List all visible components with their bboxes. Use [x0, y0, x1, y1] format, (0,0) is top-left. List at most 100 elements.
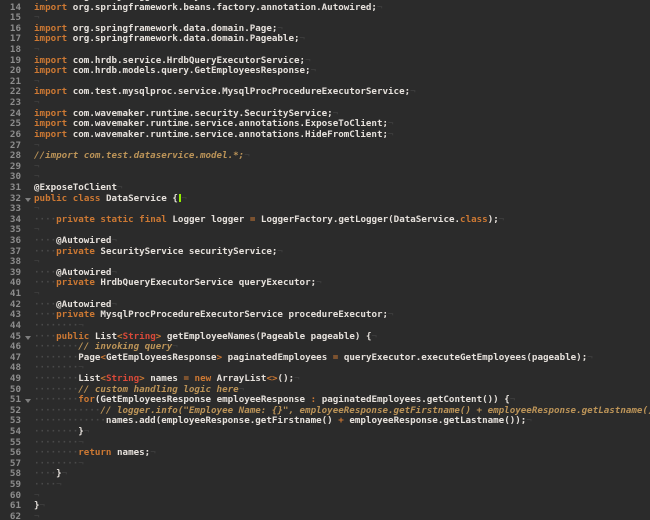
gutter-spacer: [21, 24, 34, 35]
newline-marker: ¬: [34, 491, 40, 501]
gutter-spacer: [21, 87, 34, 98]
code-line: 27¬: [0, 141, 650, 152]
code-line: 31@ExposeToClient¬: [0, 183, 650, 194]
code-line: 56········return names;¬: [0, 448, 650, 459]
code-line: 42····@Autowired¬: [0, 300, 650, 311]
gutter-spacer: [21, 501, 34, 512]
code-line: 24import com.wavemaker.runtime.security.…: [0, 109, 650, 120]
gutter-spacer: [21, 438, 34, 449]
gutter-spacer: [21, 491, 34, 502]
line-number[interactable]: 62: [0, 512, 21, 520]
code-editor[interactable]: 13import org.slf4j.LoggerFactory;¬14impo…: [0, 0, 650, 520]
gutter-spacer: [21, 278, 34, 289]
whitespace-dots: ············: [34, 406, 100, 416]
code-text: //import com.test.dataservice.model.*;¬: [34, 151, 650, 162]
newline-marker: ¬: [300, 34, 306, 44]
newline-marker: ¬: [316, 278, 322, 288]
newline-marker: ¬: [277, 247, 283, 257]
code-line: 29¬: [0, 162, 650, 173]
newline-marker: ¬: [40, 501, 46, 511]
whitespace-dots: ········: [34, 321, 78, 331]
code-text: ····private MysqlProcProcedureExecutorSe…: [34, 310, 650, 321]
newline-marker: ¬: [294, 374, 300, 384]
code-line: 34····private static final Logger logger…: [0, 215, 650, 226]
code-text: ········// invoking query¬: [34, 342, 650, 353]
gutter-spacer: [21, 236, 34, 247]
newline-marker: ¬: [34, 289, 40, 299]
whitespace-dots: ········: [34, 438, 78, 448]
gutter-spacer: [21, 374, 34, 385]
code-text: ········for(GetEmployeesResponse employe…: [34, 395, 650, 406]
newline-marker: ¬: [78, 363, 84, 373]
code-text: ¬: [34, 257, 650, 268]
gutter-spacer: [21, 268, 34, 279]
gutter-spacer: [21, 56, 34, 67]
code-line: 55········¬: [0, 438, 650, 449]
newline-marker: ¬: [34, 512, 40, 520]
gutter-spacer: [21, 459, 34, 470]
newline-marker: ¬: [111, 300, 117, 310]
code-text: ¬: [34, 13, 650, 24]
newline-marker: ¬: [84, 427, 90, 437]
gutter-spacer: [21, 448, 34, 459]
code-text: ········// custom handling logic here¬: [34, 385, 650, 396]
code-line: 45····public List<String> getEmployeeNam…: [0, 332, 650, 343]
code-line: 38¬: [0, 257, 650, 268]
whitespace-dots: ········: [34, 342, 78, 352]
gutter-spacer: [21, 406, 34, 417]
gutter-spacer: [21, 109, 34, 120]
code-text: ····@Autowired¬: [34, 268, 650, 279]
code-text: ········¬: [34, 438, 650, 449]
line-number[interactable]: 54: [0, 427, 21, 438]
code-line: 59····¬: [0, 480, 650, 491]
code-line: 17import org.springframework.data.domain…: [0, 34, 650, 45]
code-text: ············// logger.info("Employee Nam…: [34, 406, 650, 417]
code-line: 46········// invoking query¬: [0, 342, 650, 353]
code-text: import com.hrdb.models.query.GetEmployee…: [34, 66, 650, 77]
fold-arrow-icon[interactable]: [21, 194, 34, 205]
whitespace-dots: ····: [34, 278, 56, 288]
code-line: 16import org.springframework.data.domain…: [0, 24, 650, 35]
newline-marker: ¬: [34, 172, 40, 182]
code-text: ····@Autowired¬: [34, 300, 650, 311]
newline-marker: ¬: [388, 130, 394, 140]
fold-arrow-icon[interactable]: [21, 332, 34, 343]
whitespace-dots: ····: [34, 332, 56, 342]
newline-marker: ¬: [181, 194, 187, 204]
line-number[interactable]: 49: [0, 374, 21, 385]
gutter-spacer: [21, 257, 34, 268]
line-number[interactable]: 31: [0, 183, 21, 194]
code-text: ·············names.add(employeeResponse.…: [34, 416, 650, 427]
gutter-spacer: [21, 300, 34, 311]
newline-marker: ¬: [377, 3, 383, 13]
newline-marker: ¬: [78, 459, 84, 469]
code-text: ····¬: [34, 480, 650, 491]
newline-marker: ¬: [111, 268, 117, 278]
newline-marker: ¬: [388, 119, 394, 129]
gutter-spacer: [21, 183, 34, 194]
gutter-spacer: [21, 247, 34, 258]
gutter-spacer: [21, 342, 34, 353]
newline-marker: ¬: [62, 469, 68, 479]
newline-marker: ¬: [117, 183, 123, 193]
gutter-spacer: [21, 162, 34, 173]
whitespace-dots: ····: [34, 236, 56, 246]
whitespace-dots: ········: [34, 459, 78, 469]
whitespace-dots: ····: [34, 480, 56, 490]
whitespace-dots: ····: [34, 247, 56, 257]
code-text: }¬: [34, 501, 650, 512]
gutter-spacer: [21, 98, 34, 109]
code-text: ····@Autowired¬: [34, 236, 650, 247]
line-number[interactable]: 26: [0, 130, 21, 141]
code-text: ····}¬: [34, 469, 650, 480]
code-line: 26import com.wavemaker.runtime.service.a…: [0, 130, 650, 141]
gutter-spacer: [21, 469, 34, 480]
code-line: 49········List<String> names = new Array…: [0, 374, 650, 385]
code-line: 52············// logger.info("Employee N…: [0, 406, 650, 417]
newline-marker: ¬: [333, 109, 339, 119]
code-line: 37····private SecurityService securitySe…: [0, 247, 650, 258]
whitespace-dots: ········: [34, 363, 78, 373]
fold-arrow-icon[interactable]: [21, 395, 34, 406]
whitespace-dots: ····: [34, 215, 56, 225]
line-number[interactable]: 44: [0, 321, 21, 332]
